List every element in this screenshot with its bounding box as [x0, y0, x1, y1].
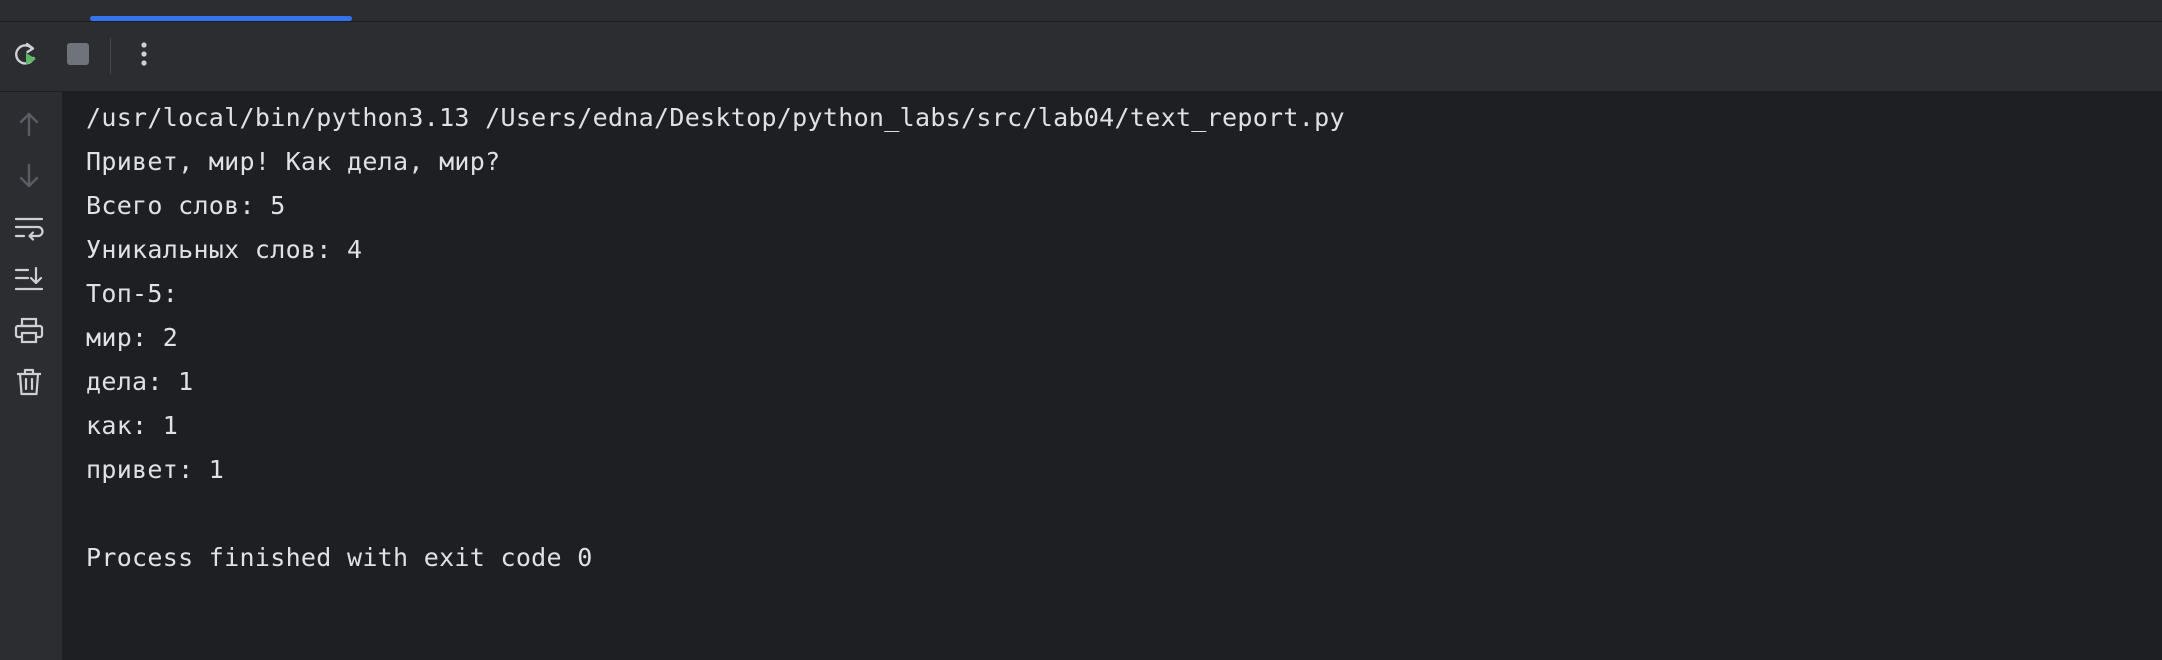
rerun-icon [11, 39, 41, 74]
scroll-to-end-button[interactable] [8, 260, 50, 302]
console-line-top-item: как: 1 [86, 411, 179, 440]
tab-strip [0, 0, 2162, 22]
stop-button[interactable] [58, 36, 98, 76]
run-toolbar [0, 22, 2162, 92]
active-tab-indicator[interactable] [90, 16, 352, 21]
soft-wrap-button[interactable] [8, 209, 50, 251]
print-button[interactable] [8, 312, 50, 354]
more-actions-button[interactable] [124, 36, 164, 76]
toolbar-separator [110, 38, 111, 74]
console-line-top-item: дела: 1 [86, 367, 194, 396]
clear-all-button[interactable] [8, 363, 50, 405]
print-icon [14, 317, 44, 350]
rerun-button[interactable] [6, 36, 46, 76]
previous-occurrence-button[interactable] [8, 105, 50, 147]
console-lines: /usr/local/bin/python3.13 /Users/edna/De… [86, 96, 1345, 580]
console-line-unique-words: Уникальных слов: 4 [86, 235, 363, 264]
console-line-input-text: Привет, мир! Как дела, мир? [86, 147, 501, 176]
console-line-top-item: мир: 2 [86, 323, 179, 352]
soft-wrap-icon [14, 214, 44, 247]
scroll-to-end-icon [14, 265, 44, 298]
arrow-up-icon [16, 110, 42, 143]
console-line-command: /usr/local/bin/python3.13 /Users/edna/De… [86, 103, 1345, 132]
trash-icon [15, 367, 43, 402]
more-vertical-icon [139, 40, 149, 73]
arrow-down-icon [16, 162, 42, 195]
console-line-blank [86, 492, 1345, 536]
console-line-total-words: Всего слов: 5 [86, 191, 286, 220]
console-line-top-item: привет: 1 [86, 455, 225, 484]
next-occurrence-button[interactable] [8, 157, 50, 199]
console-line-exit-status: Process finished with exit code 0 [86, 543, 593, 572]
console-line-top-header: Топ-5: [86, 279, 179, 308]
console-output[interactable]: /usr/local/bin/python3.13 /Users/edna/De… [62, 92, 2162, 660]
stop-icon [65, 41, 91, 72]
run-tool-window: /usr/local/bin/python3.13 /Users/edna/De… [0, 0, 2162, 660]
console-side-toolbar [0, 92, 62, 660]
